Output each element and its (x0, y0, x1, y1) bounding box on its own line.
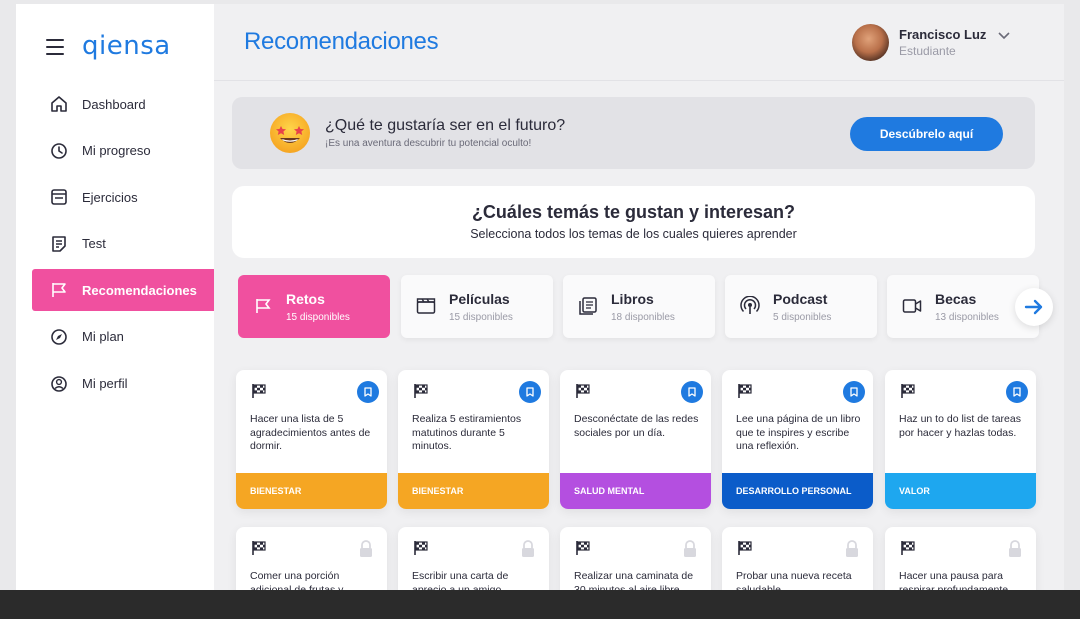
save-badge-icon[interactable] (519, 381, 541, 403)
arrow-right-icon (1024, 299, 1043, 315)
video-icon (901, 295, 923, 317)
challenge-tag: BIENESTAR (398, 473, 549, 509)
checkered-flag-icon (414, 541, 428, 555)
challenge-card[interactable]: Desconéctate de las redes sociales por u… (560, 370, 711, 509)
book-icon (577, 295, 599, 317)
category-name: Libros (611, 291, 654, 307)
flag-icon (252, 295, 274, 317)
topics-card: ¿Cuáles temás te gustan y interesan? Sel… (232, 186, 1035, 258)
header-divider (214, 80, 1064, 81)
sidebar-item-label: Dashboard (82, 96, 146, 112)
challenge-card[interactable]: Hacer una lista de 5 agradecimientos ant… (236, 370, 387, 509)
exercise-icon (50, 188, 68, 206)
challenge-card[interactable]: Lee una página de un libro que te inspir… (722, 370, 873, 509)
future-banner: ¿Qué te gustaría ser en el futuro? ¡Es u… (232, 97, 1035, 169)
user-name: Francisco Luz (899, 27, 987, 42)
sidebar-item-label: Mi perfil (82, 376, 128, 392)
sidebar-item-mi-progreso[interactable]: Mi progreso (32, 130, 214, 172)
checkered-flag-icon (901, 541, 915, 555)
topics-title: ¿Cuáles temás te gustan y interesan? (471, 202, 796, 222)
app-logo: qiensa (82, 31, 171, 61)
category-count: 15 disponibles (286, 312, 350, 323)
sidebar-item-mi-perfil[interactable]: Mi perfil (32, 363, 214, 405)
discover-button[interactable]: Descúbrelo aquí (850, 117, 1003, 151)
lock-icon (522, 540, 534, 557)
category-podcast[interactable]: Podcast 5 disponibles (725, 275, 877, 338)
checkered-flag-icon (576, 384, 590, 398)
podcast-icon (739, 295, 761, 317)
checkered-flag-icon (252, 384, 266, 398)
save-badge-icon[interactable] (843, 381, 865, 403)
checkered-flag-icon (901, 384, 915, 398)
profile-icon (50, 375, 68, 393)
user-menu[interactable]: Francisco Luz Estudiante (852, 24, 1010, 61)
sidebar-item-mi-plan[interactable]: Mi plan (32, 316, 214, 358)
challenge-tag: DESARROLLO PERSONAL (722, 473, 873, 509)
challenge-text: Haz un to do list de tareas por hacer y … (899, 413, 1021, 439)
sidebar-item-dashboard[interactable]: Dashboard (32, 83, 214, 125)
flag-icon (50, 281, 68, 299)
avatar (852, 24, 889, 61)
sidebar-item-label: Test (82, 236, 106, 252)
category-name: Becas (935, 291, 977, 307)
banner-question: ¿Qué te gustaría ser en el futuro? (325, 117, 566, 134)
topics-subtitle: Selecciona todos los temas de los cuales… (470, 227, 797, 241)
lock-icon (846, 540, 858, 557)
user-role: Estudiante (899, 44, 956, 58)
next-categories-button[interactable] (1015, 288, 1053, 326)
category-libros[interactable]: Libros 18 disponibles (563, 275, 715, 338)
lock-icon (684, 540, 696, 557)
save-badge-icon[interactable] (681, 381, 703, 403)
test-icon (50, 235, 68, 253)
save-badge-icon[interactable] (1006, 381, 1028, 403)
category-retos[interactable]: Retos 15 disponibles (238, 275, 390, 338)
clapper-icon (415, 295, 437, 317)
challenge-text: Hacer una lista de 5 agradecimientos ant… (250, 413, 371, 452)
sidebar-item-ejercicios[interactable]: Ejercicios (32, 176, 214, 218)
lock-icon (1009, 540, 1021, 557)
category-count: 5 disponibles (773, 312, 832, 323)
sidebar-nav: Dashboard Mi progreso Ejercicios Test Re… (32, 83, 214, 409)
category-peliculas[interactable]: Películas 15 disponibles (401, 275, 553, 338)
challenge-card[interactable]: Haz un to do list de tareas por hacer y … (885, 370, 1036, 509)
category-name: Podcast (773, 291, 828, 307)
screen-bottom-bar (0, 590, 1080, 619)
lock-icon (360, 540, 372, 557)
save-badge-icon[interactable] (357, 381, 379, 403)
sidebar-item-label: Ejercicios (82, 189, 138, 205)
category-count: 13 disponibles (935, 312, 999, 323)
checkered-flag-icon (576, 541, 590, 555)
home-icon (50, 95, 68, 113)
challenge-tag: BIENESTAR (236, 473, 387, 509)
sidebar-item-label: Recomendaciones (82, 282, 197, 298)
checkered-flag-icon (414, 384, 428, 398)
checkered-flag-icon (252, 541, 266, 555)
page-title: Recomendaciones (244, 28, 439, 55)
star-struck-emoji-icon (270, 113, 310, 153)
category-count: 18 disponibles (611, 312, 675, 323)
challenge-text: Desconéctate de las redes sociales por u… (574, 413, 699, 439)
category-name: Retos (286, 291, 325, 307)
checkered-flag-icon (738, 384, 752, 398)
challenge-tag: SALUD MENTAL (560, 473, 711, 509)
category-count: 15 disponibles (449, 312, 513, 323)
challenge-text: Realiza 5 estiramientos matutinos durant… (412, 413, 522, 452)
category-name: Películas (449, 291, 510, 307)
sidebar-item-recomendaciones[interactable]: Recomendaciones (32, 269, 214, 312)
checkered-flag-icon (738, 541, 752, 555)
challenge-tag: VALOR (885, 473, 1036, 509)
challenge-card[interactable]: Realiza 5 estiramientos matutinos durant… (398, 370, 549, 509)
sidebar-item-test[interactable]: Test (32, 223, 214, 265)
challenge-text: Lee una página de un libro que te inspir… (736, 413, 861, 452)
sidebar: qiensa Dashboard Mi progreso Ejercicios … (16, 4, 214, 611)
menu-icon[interactable] (46, 39, 64, 55)
app-window: qiensa Dashboard Mi progreso Ejercicios … (16, 4, 1064, 611)
sidebar-item-label: Mi plan (82, 329, 124, 345)
compass-icon (50, 328, 68, 346)
sidebar-item-label: Mi progreso (82, 143, 151, 159)
chevron-down-icon[interactable] (998, 31, 1010, 40)
clock-icon (50, 142, 68, 160)
banner-subtitle: ¡Es una aventura descubrir tu potencial … (325, 138, 532, 149)
